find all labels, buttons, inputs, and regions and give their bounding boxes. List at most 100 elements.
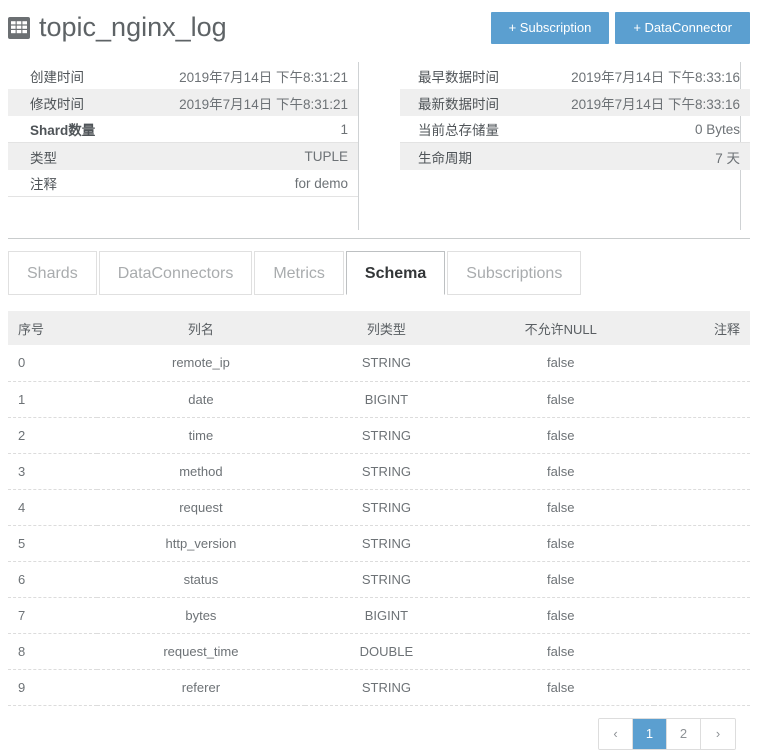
cell-notnull: false [468,633,654,670]
cell-type: BIGINT [304,381,469,418]
cell-index: 9 [8,669,98,706]
info-row: 生命周期 7 天 [400,143,750,170]
info-value: 2019年7月14日 下午8:33:16 [571,69,740,85]
cell-type: STRING [304,489,469,526]
cell-notnull: false [468,597,654,634]
tab-metrics[interactable]: Metrics [254,251,344,295]
info-value: 2019年7月14日 下午8:31:21 [179,69,348,85]
info-row: 最早数据时间 2019年7月14日 下午8:33:16 [400,62,750,89]
table-row: 2 time STRING false [8,417,750,454]
cell-index: 2 [8,417,98,454]
info-key: 最新数据时间 [418,96,499,112]
cell-name: request [97,489,305,526]
cell-index: 3 [8,453,98,490]
column-header-notnull: 不允许NULL [468,311,654,345]
table-row: 6 status STRING false [8,561,750,598]
tab-dataconnectors[interactable]: DataConnectors [98,251,253,295]
info-row: 类型 TUPLE [8,143,358,170]
cell-notnull: false [468,525,654,562]
schema-panel: 序号 列名 列类型 不允许NULL 注释 0 remote_ip STRING … [0,295,758,750]
page-header: topic_nginx_log + Subscription + DataCon… [0,0,758,56]
table-row: 1 date BIGINT false [8,381,750,418]
info-row: 创建时间 2019年7月14日 下午8:31:21 [8,62,358,89]
info-key: 当前总存储量 [418,123,499,138]
info-section: 创建时间 2019年7月14日 下午8:31:21 修改时间 2019年7月14… [0,56,758,230]
table-row: 9 referer STRING false [8,669,750,706]
schema-table: 序号 列名 列类型 不允许NULL 注释 0 remote_ip STRING … [8,311,750,706]
pagination: ‹ 1 2 › [598,717,736,750]
table-grid-icon [8,16,30,39]
add-subscription-button[interactable]: + Subscription [490,12,610,44]
cell-comment [653,381,750,418]
cell-index: 4 [8,489,98,526]
table-row: 0 remote_ip STRING false [8,345,750,382]
pagination-page-2[interactable]: 2 [667,718,701,749]
info-row: Shard数量 1 [8,116,358,143]
cell-type: DOUBLE [304,633,469,670]
tab-shards[interactable]: Shards [8,251,97,295]
cell-comment [653,525,750,562]
tab-schema[interactable]: Schema [345,251,446,295]
pagination-page-1[interactable]: 1 [633,718,667,749]
add-dataconnector-button[interactable]: + DataConnector [615,12,750,44]
cell-notnull: false [468,669,654,706]
table-row: 3 method STRING false [8,453,750,490]
info-key: 最早数据时间 [418,69,499,85]
cell-name: remote_ip [97,345,305,382]
info-list-left: 创建时间 2019年7月14日 下午8:31:21 修改时间 2019年7月14… [8,62,358,197]
cell-type: STRING [304,669,469,706]
pagination-prev-button[interactable]: ‹ [599,718,633,749]
table-row: 4 request STRING false [8,489,750,526]
pagination-next-button[interactable]: › [701,718,735,749]
cell-type: STRING [304,345,469,382]
info-key: 类型 [30,150,57,166]
info-divider-middle [358,62,359,230]
column-header-name: 列名 [97,311,305,345]
column-header-type: 列类型 [304,311,469,345]
cell-index: 5 [8,525,98,562]
info-value: 0 Bytes [694,121,740,137]
cell-type: STRING [304,453,469,490]
cell-type: STRING [304,525,469,562]
info-value: 2019年7月14日 下午8:31:21 [179,96,348,112]
cell-notnull: false [468,345,654,382]
tab-subscriptions[interactable]: Subscriptions [447,251,582,295]
cell-name: date [97,381,305,418]
info-key: 修改时间 [30,96,84,112]
schema-table-body: 0 remote_ip STRING false 1 date BIGINT f… [8,345,750,706]
info-key: 创建时间 [30,69,84,85]
cell-name: request_time [97,633,305,670]
page-title: topic_nginx_log [39,12,227,42]
cell-index: 7 [8,597,98,634]
cell-notnull: false [468,417,654,454]
cell-name: referer [97,669,305,706]
cell-name: time [97,417,305,454]
info-value: 7 天 [715,150,740,166]
info-key: Shard数量 [30,123,96,138]
info-panel-right: 最早数据时间 2019年7月14日 下午8:33:16 最新数据时间 2019年… [400,56,750,226]
cell-type: BIGINT [304,597,469,634]
info-key: 注释 [30,177,57,192]
cell-comment [653,597,750,634]
cell-comment [653,417,750,454]
info-value: for demo [294,175,348,191]
cell-index: 6 [8,561,98,598]
info-row: 最新数据时间 2019年7月14日 下午8:33:16 [400,89,750,116]
cell-comment [653,453,750,490]
info-key: 生命周期 [418,150,472,166]
cell-type: STRING [304,561,469,598]
cell-index: 1 [8,381,98,418]
cell-notnull: false [468,453,654,490]
info-row: 注释 for demo [8,170,358,197]
column-header-index: 序号 [8,311,98,345]
cell-comment [653,561,750,598]
tab-bar: Shards DataConnectors Metrics Schema Sub… [0,239,758,295]
table-header-row: 序号 列名 列类型 不允许NULL 注释 [8,311,750,345]
info-value: TUPLE [304,149,348,164]
header-actions: + Subscription + DataConnector [490,12,750,44]
info-list-right: 最早数据时间 2019年7月14日 下午8:33:16 最新数据时间 2019年… [400,62,750,170]
info-panel-left: 创建时间 2019年7月14日 下午8:31:21 修改时间 2019年7月14… [8,56,358,226]
cell-name: bytes [97,597,305,634]
cell-index: 0 [8,345,98,382]
cell-type: STRING [304,417,469,454]
